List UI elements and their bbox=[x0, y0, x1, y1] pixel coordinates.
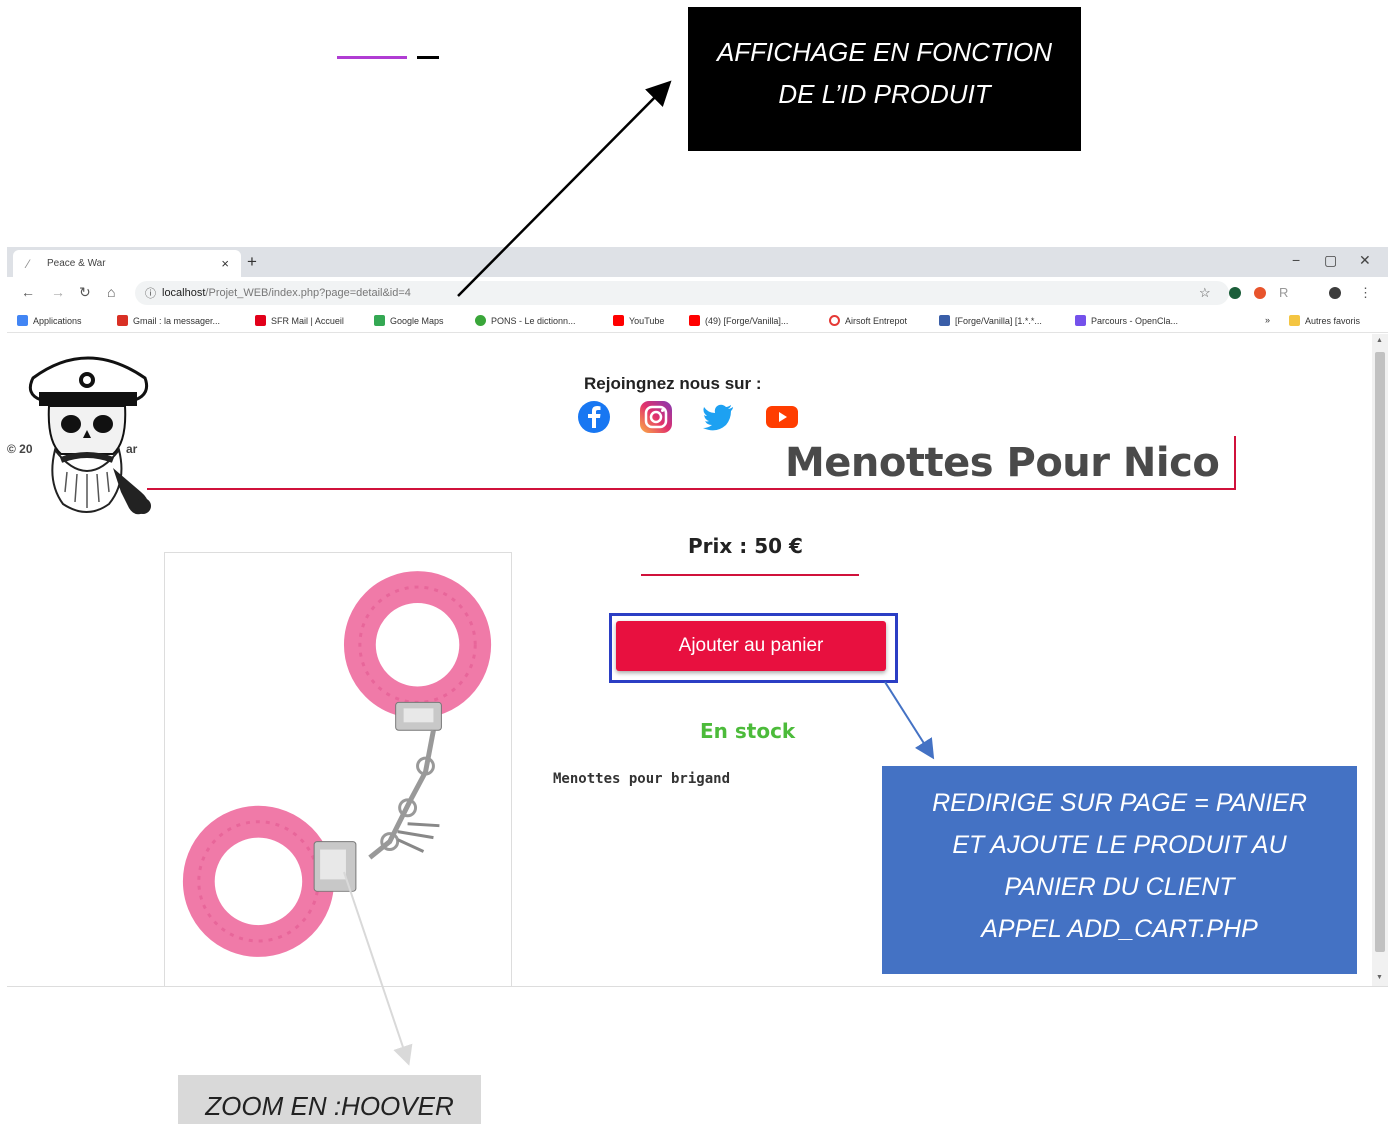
bookmark-label: [Forge/Vanilla] [1.*.*... bbox=[955, 315, 1042, 326]
annotation-line: ET AJOUTE LE PRODUIT AU bbox=[952, 831, 1287, 859]
youtube-icon bbox=[689, 315, 700, 326]
bookmark-forge-video[interactable]: (49) [Forge/Vanilla]... bbox=[689, 315, 788, 326]
product-title: Menottes Pour Nico bbox=[785, 440, 1220, 486]
youtube-icon bbox=[613, 315, 624, 326]
target-icon bbox=[829, 315, 840, 326]
price-divider bbox=[641, 574, 859, 576]
url-id-underline bbox=[417, 56, 439, 59]
stock-status: En stock bbox=[700, 719, 796, 743]
bookmark-gmail[interactable]: Gmail : la messager... bbox=[117, 315, 220, 326]
extension-icon[interactable]: R bbox=[1279, 285, 1288, 300]
reload-icon[interactable]: ↻ bbox=[79, 284, 91, 301]
annotation-line: APPEL ADD_CART.PHP bbox=[981, 915, 1258, 943]
product-description: Menottes pour brigand bbox=[553, 771, 731, 787]
skull-captain-logo[interactable] bbox=[17, 342, 157, 530]
openclassrooms-icon bbox=[1075, 315, 1086, 326]
annotation-id-display: AFFICHAGE EN FONCTION DE L’ID PRODUIT bbox=[688, 7, 1081, 151]
home-icon[interactable]: ⌂ bbox=[107, 284, 115, 300]
menu-icon[interactable]: ⋮ bbox=[1359, 285, 1372, 301]
title-divider-vertical bbox=[1234, 436, 1236, 489]
bookmark-openclassrooms[interactable]: Parcours - OpenCla... bbox=[1075, 315, 1178, 326]
apps-grid-icon bbox=[17, 315, 28, 326]
folder-icon bbox=[1289, 315, 1300, 326]
scroll-up-icon[interactable]: ▲ bbox=[1376, 337, 1383, 344]
profile-avatar[interactable] bbox=[1329, 287, 1341, 299]
add-to-cart-button[interactable]: Ajouter au panier bbox=[616, 621, 886, 671]
bookmark-applications[interactable]: Applications bbox=[17, 315, 82, 326]
bookmark-forge[interactable]: [Forge/Vanilla] [1.*.*... bbox=[939, 315, 1042, 326]
annotation-zoom: ZOOM EN :HOOVER bbox=[178, 1075, 481, 1124]
annotation-line: PANIER DU CLIENT bbox=[1004, 873, 1235, 901]
pons-icon bbox=[475, 315, 486, 326]
bookmark-label: YouTube bbox=[629, 315, 665, 326]
title-divider-horizontal bbox=[147, 488, 1236, 490]
bookmark-label: Google Maps bbox=[390, 315, 444, 326]
twitter-icon[interactable] bbox=[701, 400, 735, 434]
url-host: localhost bbox=[162, 287, 206, 299]
bookmark-label: Autres favoris bbox=[1305, 315, 1361, 326]
maps-icon bbox=[374, 315, 385, 326]
more-bookmarks-button[interactable]: » bbox=[1265, 315, 1270, 325]
copyright-text: © 20 bbox=[7, 442, 33, 456]
product-image-handcuffs[interactable] bbox=[164, 552, 512, 986]
bookmark-label: (49) [Forge/Vanilla]... bbox=[705, 315, 789, 326]
extension-icon[interactable] bbox=[1229, 287, 1241, 299]
copyright-text-tail: ar bbox=[126, 442, 138, 456]
gmail-icon bbox=[117, 315, 128, 326]
annotation-line: DE L’ID PRODUIT bbox=[778, 79, 991, 109]
maximize-icon[interactable]: ▢ bbox=[1324, 252, 1337, 269]
minimize-icon[interactable]: − bbox=[1292, 252, 1300, 268]
address-bar[interactable]: ⓘ localhost /Projet_WEB/index.php?page=d… bbox=[135, 281, 1229, 305]
bookmark-label: SFR Mail | Accueil bbox=[271, 315, 344, 326]
bookmark-label: Gmail : la messager... bbox=[133, 315, 221, 326]
url-path: /Projet_WEB/index.php?page=detail&id=4 bbox=[205, 287, 411, 299]
forward-icon[interactable]: → bbox=[51, 284, 65, 300]
forge-icon bbox=[939, 315, 950, 326]
sfr-icon bbox=[255, 315, 266, 326]
bookmark-other-folder[interactable]: Autres favoris bbox=[1289, 315, 1360, 326]
facebook-icon[interactable] bbox=[577, 400, 611, 434]
bookmark-pons[interactable]: PONS - Le dictionn... bbox=[475, 315, 576, 326]
tab-peace-war[interactable]: ⁄ Peace & War × bbox=[13, 250, 241, 277]
bookmark-label: Parcours - OpenCla... bbox=[1091, 315, 1179, 326]
join-us-title: Rejoingnez nous sur : bbox=[584, 374, 762, 393]
star-icon[interactable]: ☆ bbox=[1199, 285, 1211, 301]
info-icon: ⓘ bbox=[145, 288, 156, 300]
close-window-icon[interactable]: ✕ bbox=[1359, 252, 1371, 269]
tab-bar: ⁄ Peace & War × + − ▢ ✕ bbox=[7, 247, 1388, 277]
bookmarks-bar: Applications Gmail : la messager... SFR … bbox=[7, 309, 1388, 333]
annotation-line: REDIRIGE SUR PAGE = PANIER bbox=[932, 789, 1307, 817]
more-bookmarks-label: » bbox=[1265, 315, 1271, 325]
bookmark-airsoft[interactable]: Airsoft Entrepot bbox=[829, 315, 907, 326]
product-price: Prix : 50 € bbox=[688, 534, 803, 558]
bookmark-label: Applications bbox=[33, 315, 82, 326]
annotation-zoom-text: ZOOM EN :HOOVER bbox=[205, 1091, 454, 1121]
bookmark-label: Airsoft Entrepot bbox=[845, 315, 908, 326]
annotation-add-cart: REDIRIGE SUR PAGE = PANIER ET AJOUTE LE … bbox=[882, 766, 1357, 974]
toolbar: ← → ↻ ⌂ ⓘ localhost /Projet_WEB/index.ph… bbox=[7, 277, 1388, 309]
page-scrollbar[interactable]: ▲ ▼ bbox=[1372, 334, 1388, 986]
youtube-icon[interactable] bbox=[765, 400, 799, 434]
tab-title: Peace & War bbox=[47, 258, 106, 269]
scrollbar-thumb[interactable] bbox=[1375, 352, 1385, 952]
url-page-underline bbox=[337, 56, 407, 59]
new-tab-button[interactable]: + bbox=[247, 252, 257, 272]
instagram-icon[interactable] bbox=[639, 400, 673, 434]
extension-icon[interactable] bbox=[1254, 287, 1266, 299]
bookmark-label: PONS - Le dictionn... bbox=[491, 315, 576, 326]
feather-icon: ⁄ bbox=[27, 256, 30, 271]
annotation-line: AFFICHAGE EN FONCTION bbox=[716, 37, 1053, 67]
close-tab-icon[interactable]: × bbox=[221, 256, 229, 271]
bookmark-maps[interactable]: Google Maps bbox=[374, 315, 444, 326]
bookmark-sfr[interactable]: SFR Mail | Accueil bbox=[255, 315, 344, 326]
bookmark-youtube[interactable]: YouTube bbox=[613, 315, 664, 326]
scroll-down-icon[interactable]: ▼ bbox=[1376, 974, 1383, 981]
back-icon[interactable]: ← bbox=[21, 284, 35, 300]
